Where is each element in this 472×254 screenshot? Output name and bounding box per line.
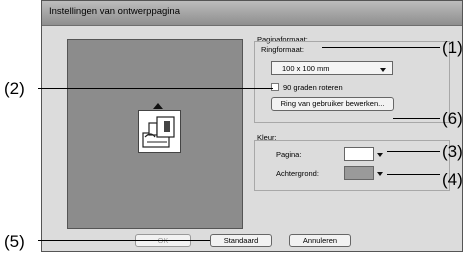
callout-2-leader [38, 88, 273, 89]
up-arrow-icon [153, 103, 163, 109]
callout-1-leader [322, 47, 440, 48]
achtergrond-color-label: Achtergrond: [276, 169, 319, 178]
rotate-label: 90 graden roteren [283, 83, 343, 92]
ringformaat-value: 100 x 100 mm [282, 64, 330, 73]
callout-5-leader [38, 240, 210, 241]
edit-user-ring-button[interactable]: Ring van gebruiker bewerken... [271, 97, 394, 111]
callout-3-leader [387, 151, 440, 152]
dialog-title: Instellingen van ontwerppagina [49, 6, 180, 17]
preview-thumbnail [138, 110, 181, 153]
callout-4-leader [387, 174, 440, 175]
callout-3: (3) [442, 142, 463, 161]
pagina-color-picker[interactable] [344, 147, 383, 161]
callout-4: (4) [442, 170, 463, 189]
callout-5: (5) [4, 232, 25, 251]
dialog-window: Instellingen van ontwerppagina Paginafor… [41, 0, 463, 252]
annuleren-button[interactable]: Annuleren [289, 234, 351, 247]
achtergrond-color-picker[interactable] [344, 166, 383, 180]
pagina-color-label: Pagina: [276, 150, 302, 159]
ringformaat-label: Ringformaat: [261, 45, 304, 54]
ringformaat-dropdown[interactable]: 100 x 100 mm [271, 61, 393, 75]
chevron-down-icon [380, 68, 386, 72]
design-thumbnail-icon [142, 116, 175, 148]
rotate-checkbox[interactable] [271, 83, 279, 91]
title-bar[interactable]: Instellingen van ontwerppagina [42, 1, 462, 26]
callout-1: (1) [442, 38, 463, 57]
callout-2: (2) [4, 79, 25, 98]
chevron-down-icon [377, 153, 383, 157]
chevron-down-icon [377, 172, 383, 176]
page-preview [67, 39, 243, 229]
callout-6: (6) [442, 109, 463, 128]
standaard-button[interactable]: Standaard [210, 234, 272, 247]
callout-6-leader [393, 118, 440, 119]
